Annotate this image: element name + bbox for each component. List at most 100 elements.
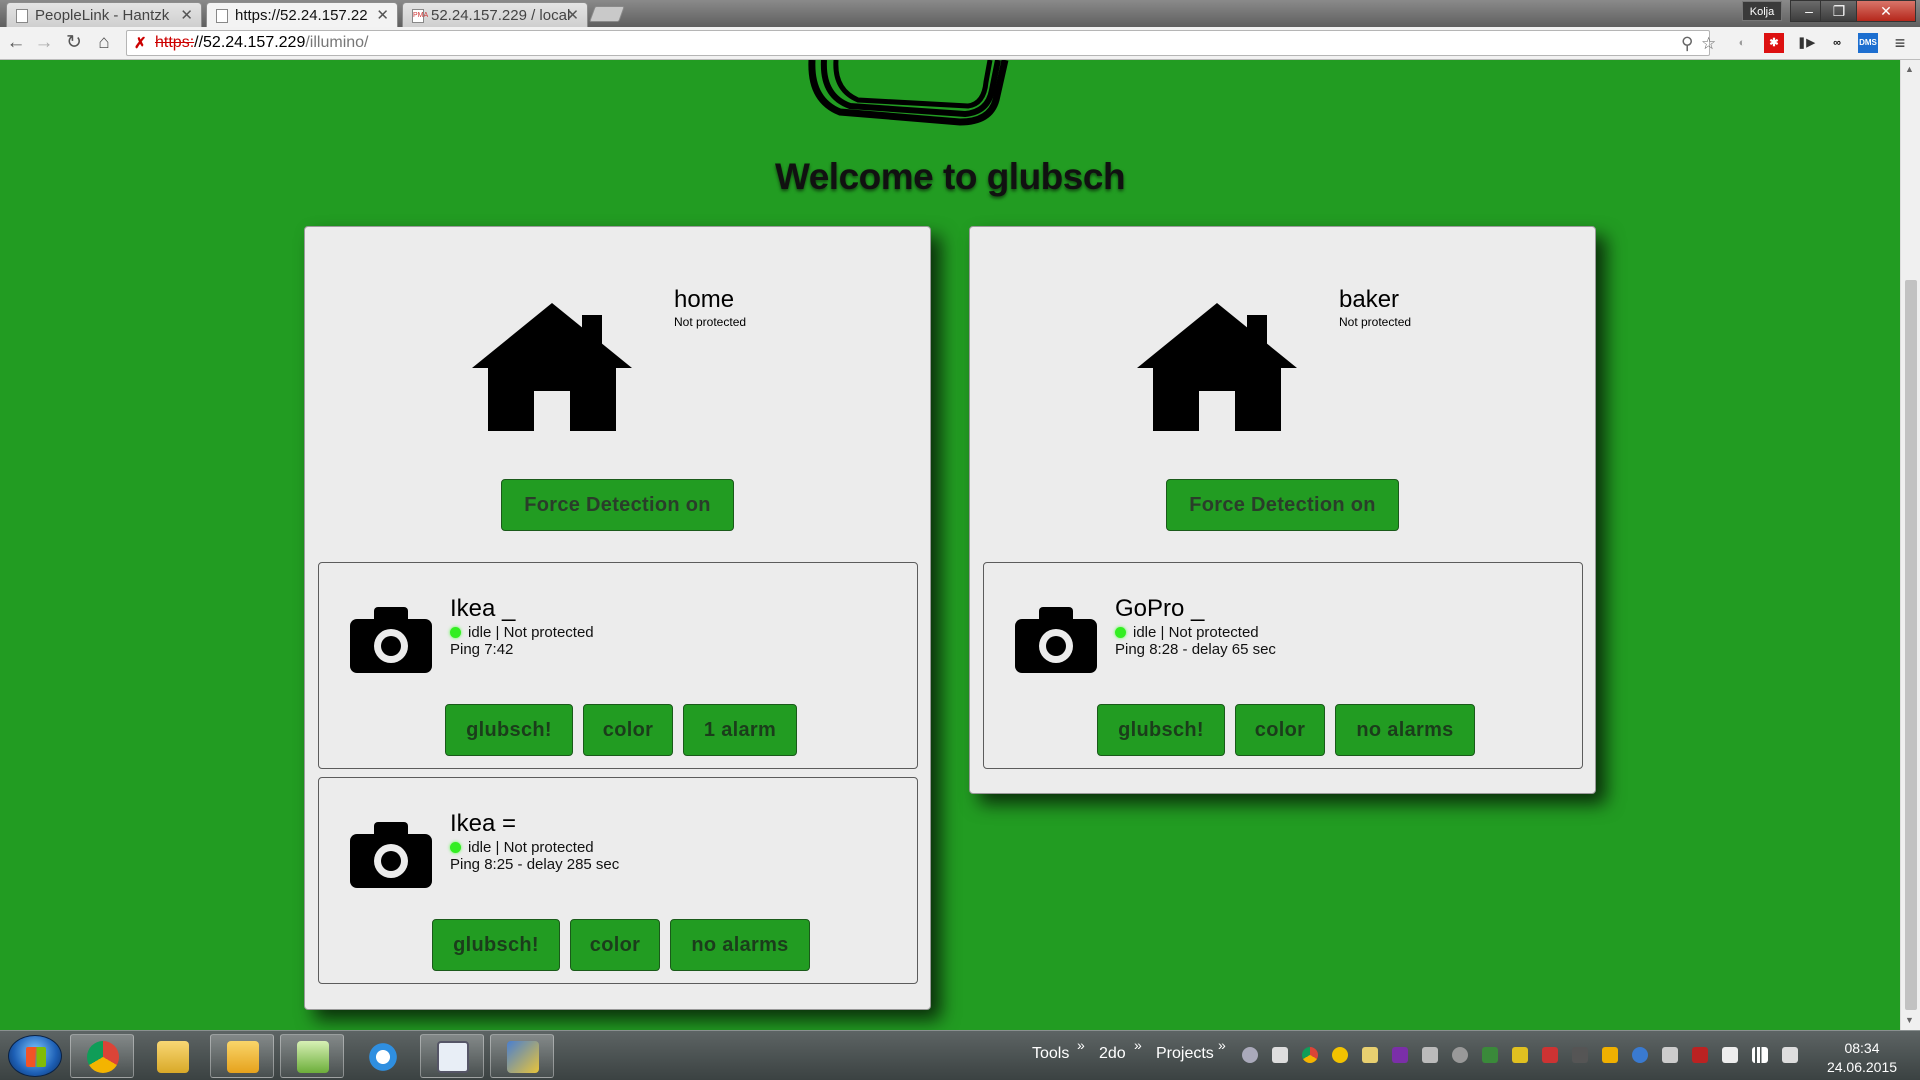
user-badge[interactable]: Kolja [1742, 1, 1782, 21]
tray-volume-mute-icon[interactable] [1782, 1047, 1798, 1063]
tray-chrome-icon[interactable] [1302, 1047, 1318, 1063]
camera-panel-gopro: GoPro _ idle | Not protected Ping 8:28 -… [983, 562, 1583, 769]
glubsch-logo [808, 60, 1009, 126]
tray-onenote-icon[interactable] [1392, 1047, 1408, 1063]
start-button[interactable] [8, 1035, 62, 1077]
address-bar[interactable]: ✗ https://52.24.157.229/illumino/ ⚲ ☆ [126, 30, 1716, 56]
tray-sun-icon[interactable] [1332, 1047, 1348, 1063]
toolbar-tools[interactable]: Tools [1032, 1045, 1069, 1063]
pause-icon[interactable]: ❚▶ [1796, 33, 1816, 53]
taskbar-outlook[interactable] [210, 1034, 274, 1078]
force-detection-button[interactable]: Force Detection on [1166, 479, 1399, 531]
camera-status: idle | Not protected [450, 839, 594, 856]
taskbar-ie[interactable] [350, 1034, 414, 1078]
camera-panel-ikea-1: Ikea _ idle | Not protected Ping 7:42 gl… [318, 562, 918, 769]
taskbar-notepad[interactable] [280, 1034, 344, 1078]
scroll-up-icon[interactable]: ▲ [1905, 64, 1914, 74]
close-icon[interactable]: ✕ [180, 6, 193, 24]
menu-icon[interactable]: ≡ [1890, 33, 1910, 53]
tab-illumino[interactable]: https://52.24.157.22 ✕ [206, 2, 398, 27]
red-star-icon[interactable]: ✱ [1764, 33, 1784, 53]
status-dot-icon [1115, 627, 1126, 638]
chevron-right-icon[interactable]: » [1134, 1037, 1142, 1053]
chevron-right-icon[interactable]: » [1077, 1037, 1085, 1053]
camera-state-text: idle | Not protected [468, 624, 594, 641]
close-icon[interactable]: ✕ [566, 6, 579, 24]
alarms-button[interactable]: 1 alarm [683, 704, 797, 756]
outlook-icon [227, 1041, 259, 1073]
house-icon [472, 303, 632, 431]
tray-bell-icon[interactable] [1272, 1047, 1288, 1063]
tray-signal-icon[interactable] [1752, 1047, 1768, 1063]
page-scrollbar[interactable]: ▲ ▼ [1900, 60, 1920, 1030]
home-icon[interactable]: ⌂ [92, 31, 116, 55]
taskbar-clock[interactable]: 08:34 24.06.2015 [1812, 1039, 1912, 1077]
tray-shield-icon[interactable] [1692, 1047, 1708, 1063]
alarms-button[interactable]: no alarms [1335, 704, 1475, 756]
glubsch-button[interactable]: glubsch! [1097, 704, 1225, 756]
tray-battery-icon[interactable] [1722, 1047, 1738, 1063]
house-icon [1137, 303, 1297, 431]
tab-phpmyadmin[interactable]: PMA 52.24.157.229 / local ✕ [402, 2, 588, 27]
window-icon [437, 1041, 469, 1073]
camera-ping: Ping 7:42 [450, 641, 514, 658]
alarms-button[interactable]: no alarms [670, 919, 810, 971]
camera-status: idle | Not protected [1115, 624, 1259, 641]
shield-icon[interactable]: ◐ [1732, 33, 1752, 53]
location-card-home: home Not protected Force Detection on Ik… [304, 226, 931, 1010]
tray-key-icon[interactable] [1512, 1047, 1528, 1063]
taskbar-chrome[interactable] [70, 1034, 134, 1078]
color-button[interactable]: color [583, 704, 673, 756]
maximize-button[interactable]: ❐ [1820, 0, 1858, 22]
taskbar-window[interactable] [420, 1034, 484, 1078]
tab-peoplelink[interactable]: PeopleLink - Hantzk ✕ [6, 2, 202, 27]
glubsch-button[interactable]: glubsch! [445, 704, 573, 756]
color-button[interactable]: color [570, 919, 660, 971]
close-icon[interactable]: ✕ [376, 6, 389, 24]
camera-name: Ikea _ [450, 595, 516, 622]
force-detection-button[interactable]: Force Detection on [501, 479, 734, 531]
scroll-down-icon[interactable]: ▼ [1905, 1015, 1914, 1025]
star-icon[interactable]: ☆ [1701, 34, 1716, 54]
page-icon [216, 9, 228, 23]
tray-drive-icon[interactable] [1422, 1047, 1438, 1063]
color-button[interactable]: color [1235, 704, 1325, 756]
toolbar-projects[interactable]: Projects [1156, 1045, 1214, 1063]
new-tab-button[interactable] [589, 6, 625, 22]
chevron-right-icon[interactable]: » [1218, 1037, 1226, 1053]
tray-network-icon[interactable] [1482, 1047, 1498, 1063]
dms-icon[interactable]: DMS [1858, 33, 1878, 53]
windows-logo-icon [26, 1047, 46, 1067]
tray-hat-icon[interactable] [1542, 1047, 1558, 1063]
tray-outlook-icon[interactable] [1602, 1047, 1618, 1063]
tray-sync-icon[interactable] [1632, 1047, 1648, 1063]
page-title: Welcome to glubsch [774, 156, 1126, 197]
camera-icon [350, 607, 432, 673]
tray-car-icon[interactable] [1572, 1047, 1588, 1063]
taskbar-explorer[interactable] [140, 1034, 204, 1078]
tray-globe-icon[interactable] [1452, 1047, 1468, 1063]
url-scheme: https: [155, 34, 195, 51]
tray-display-icon[interactable] [1662, 1047, 1678, 1063]
glasses-icon[interactable]: ∞ [1827, 33, 1847, 53]
clock-time: 08:34 [1844, 1040, 1880, 1056]
toolbar-2do[interactable]: 2do [1099, 1045, 1126, 1063]
status-dot-icon [450, 627, 461, 638]
forward-arrow-icon[interactable]: → [32, 31, 56, 55]
window-close-button[interactable]: ✕ [1856, 0, 1916, 22]
scrollbar-thumb[interactable] [1905, 280, 1917, 1010]
taskbar-network[interactable] [490, 1034, 554, 1078]
tray-mail-icon[interactable] [1362, 1047, 1378, 1063]
tray-balloon-icon[interactable] [1242, 1047, 1258, 1063]
back-arrow-icon[interactable]: ← [4, 31, 28, 55]
clock-date: 24.06.2015 [1826, 1059, 1898, 1075]
network-icon [507, 1041, 539, 1073]
windows-taskbar: Tools » 2do » Projects » 08:34 24.06.201… [0, 1030, 1920, 1080]
camera-name: GoPro _ [1115, 595, 1205, 622]
glubsch-button[interactable]: glubsch! [432, 919, 560, 971]
reload-icon[interactable]: ↻ [62, 31, 86, 55]
zoom-icon[interactable]: ⚲ [1681, 34, 1693, 54]
browser-toolbar: ← → ↻ ⌂ ✗ https://52.24.157.229/illumino… [0, 27, 1920, 60]
chrome-icon [87, 1041, 119, 1073]
location-name: baker [1339, 286, 1400, 313]
